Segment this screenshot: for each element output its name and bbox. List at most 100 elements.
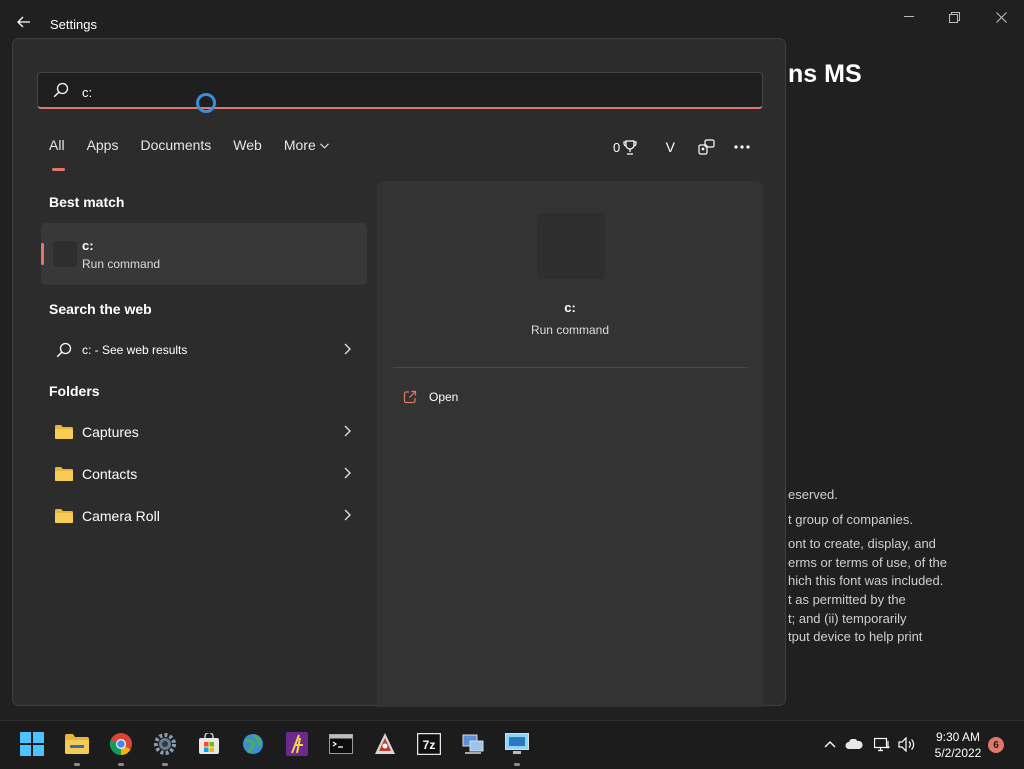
account-avatar[interactable]: V — [659, 136, 682, 158]
settings-page-heading: ns MS — [788, 60, 862, 88]
preview-title: c: — [564, 300, 576, 315]
search-icon — [53, 341, 75, 359]
search-box[interactable] — [37, 72, 763, 109]
taskbar-terminal[interactable] — [326, 729, 356, 759]
folder-row-camera-roll[interactable]: Camera Roll — [41, 497, 367, 535]
chevron-down-icon — [319, 143, 329, 149]
best-match-name: c: — [82, 238, 94, 253]
folder-icon — [53, 507, 75, 525]
minimize-button[interactable] — [889, 6, 929, 28]
taskbar-clock[interactable]: 9:30 AM 5/2/2022 — [928, 729, 988, 761]
start-icon — [20, 732, 44, 756]
taskbar-remote-desktop[interactable] — [502, 729, 532, 766]
ellipsis-icon — [734, 145, 750, 149]
folder-icon — [53, 423, 75, 441]
taskbar-7zip[interactable]: 7z — [414, 729, 444, 759]
best-match-card[interactable]: c: Run command — [41, 223, 367, 285]
tab-documents[interactable]: Documents — [140, 137, 211, 161]
taskbar-file-explorer[interactable] — [62, 729, 92, 766]
chevron-right-icon — [344, 467, 351, 479]
speaker-icon — [898, 736, 915, 752]
folder-icon — [53, 465, 75, 483]
back-button[interactable] — [14, 12, 34, 32]
taskbar-app-purple[interactable] — [282, 729, 312, 759]
folder-row-contacts[interactable]: Contacts — [41, 455, 367, 493]
web-result-label: c: - See web results — [82, 343, 188, 357]
chevron-right-icon — [344, 425, 351, 437]
notification-badge[interactable]: 6 — [988, 737, 1004, 753]
rewards-points[interactable]: 0 — [613, 140, 637, 155]
start-button[interactable] — [17, 729, 47, 759]
taskbar-app-tool[interactable] — [370, 729, 400, 759]
taskbar-store[interactable] — [194, 729, 224, 759]
settings-titlebar: Settings — [0, 0, 1024, 40]
open-external-icon — [403, 390, 417, 404]
network-wired-icon — [873, 737, 890, 751]
volume-button[interactable] — [898, 735, 916, 753]
best-match-heading: Best match — [49, 194, 125, 210]
folders-heading: Folders — [49, 383, 100, 399]
clock-date: 5/2/2022 — [934, 746, 982, 760]
taskbar-chrome[interactable] — [106, 729, 136, 766]
close-button[interactable] — [981, 6, 1021, 28]
running-indicator — [118, 763, 124, 766]
folder-label: Camera Roll — [82, 508, 160, 524]
preview-subtitle: Run command — [530, 323, 610, 337]
body-line: tput device to help print — [788, 629, 923, 645]
running-indicator — [514, 763, 520, 766]
folder-row-captures[interactable]: Captures — [41, 413, 367, 451]
tab-more-label: More — [283, 137, 316, 153]
body-line: t group of companies. — [788, 511, 914, 527]
cloud-icon — [845, 738, 863, 749]
running-indicator — [162, 763, 168, 766]
tab-web[interactable]: Web — [233, 137, 262, 161]
run-command-icon — [53, 241, 77, 267]
restore-icon — [948, 11, 960, 23]
terminal-icon — [329, 734, 353, 754]
browser-globe-icon — [243, 734, 263, 754]
filter-tabs: All Apps Documents Web More — [49, 137, 351, 171]
best-match-type: Run command — [82, 257, 161, 271]
tab-more[interactable]: More — [284, 137, 329, 161]
device-sync-button[interactable] — [695, 136, 717, 158]
taskbar-browser[interactable] — [238, 729, 268, 759]
remote-desktop-icon — [505, 733, 529, 754]
store-icon — [199, 733, 219, 754]
tab-apps[interactable]: Apps — [87, 137, 119, 161]
selection-indicator — [41, 243, 44, 265]
open-action[interactable]: Open — [403, 387, 458, 407]
chevron-right-icon — [344, 509, 351, 521]
network-status-button[interactable] — [873, 735, 891, 753]
onedrive-button[interactable] — [845, 735, 863, 753]
minimize-icon — [904, 16, 914, 17]
chevron-up-icon — [824, 741, 836, 748]
body-line: ont to create, display, and — [788, 536, 936, 552]
body-line: erms or terms of use, of the — [788, 554, 947, 570]
close-icon — [995, 11, 1007, 23]
run-command-icon — [537, 213, 605, 279]
7zip-icon: 7z — [417, 733, 441, 755]
devices-icon — [698, 139, 715, 155]
tab-all[interactable]: All — [49, 137, 65, 171]
rewards-trophy-icon — [623, 139, 637, 155]
folder-label: Contacts — [82, 466, 138, 482]
network-icon — [462, 734, 484, 754]
back-arrow-icon — [17, 16, 30, 28]
divider — [393, 367, 747, 368]
search-icon — [53, 82, 69, 98]
flyout-toolbar: 0 V — [613, 135, 767, 159]
search-input[interactable] — [80, 81, 684, 103]
running-indicator — [74, 763, 80, 766]
more-options-button[interactable] — [731, 136, 753, 158]
body-line: eserved. — [788, 487, 838, 502]
taskbar-network-app[interactable] — [458, 729, 488, 759]
body-line: t; and (ii) temporarily — [788, 610, 907, 626]
maximize-button[interactable] — [934, 6, 974, 28]
search-flyout: All Apps Documents Web More 0 V — [12, 38, 786, 707]
web-result-row[interactable]: c: - See web results — [41, 331, 367, 369]
preview-pane: c: Run command Open — [377, 181, 763, 707]
body-line: hich this font was included. — [788, 573, 944, 589]
taskbar-settings[interactable] — [150, 729, 180, 766]
search-web-heading: Search the web — [49, 301, 152, 317]
show-hidden-icons-button[interactable] — [821, 735, 839, 753]
